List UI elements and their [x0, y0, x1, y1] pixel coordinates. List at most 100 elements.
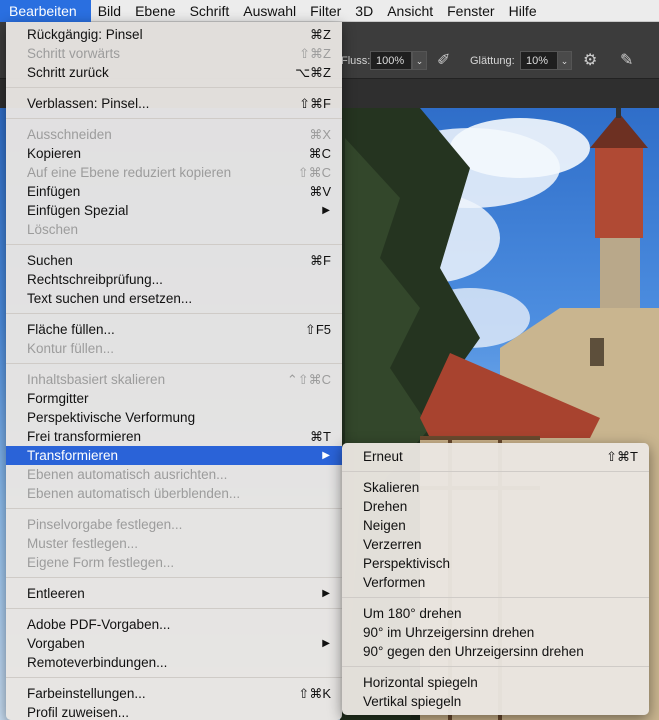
shortcut-label: ⌘F [310, 253, 331, 268]
menu-item-label: Verformen [363, 575, 426, 590]
menu-bild[interactable]: Bild [91, 0, 128, 22]
menu-bearbeiten[interactable]: Bearbeiten [0, 0, 91, 22]
menu-item-label: Schritt zurück [27, 65, 109, 80]
menu-item-label: Rückgängig: Pinsel [27, 27, 143, 42]
menu-item-label: Formgitter [27, 391, 89, 406]
smoothing-input[interactable]: 10% [520, 51, 562, 70]
menu-item-rotate-180[interactable]: Um 180° drehen [342, 604, 649, 623]
flow-input[interactable]: 100% [370, 51, 412, 70]
submenu-arrow-icon: ▶ [322, 638, 330, 649]
menu-item-label: Muster festlegen... [27, 536, 139, 551]
menu-item-label: Fläche füllen... [27, 322, 115, 337]
menu-item-label: Horizontal spiegeln [363, 675, 478, 690]
menu-item-label: Text suchen und ersetzen... [27, 291, 193, 306]
shortcut-label: ⌃⇧⌘C [286, 372, 331, 387]
menu-item-fill[interactable]: Fläche füllen... ⇧F5 [6, 320, 342, 339]
smoothing-label: Glättung: [470, 55, 515, 67]
menu-item-find-replace[interactable]: Text suchen und ersetzen... [6, 289, 342, 308]
menu-item-assign-profile[interactable]: Profil zuweisen... [6, 703, 342, 720]
menu-ebene[interactable]: Ebene [128, 0, 182, 22]
menu-fenster[interactable]: Fenster [440, 0, 501, 22]
menu-item-step-back[interactable]: Schritt zurück ⌥⌘Z [6, 63, 342, 82]
submenu-arrow-icon: ▶ [322, 450, 330, 461]
menu-item-perspective[interactable]: Perspektivisch [342, 554, 649, 573]
menu-item-paste-special[interactable]: Einfügen Spezial ▶ [6, 201, 342, 220]
menu-separator [6, 508, 342, 509]
menu-separator [6, 87, 342, 88]
smoothing-dropdown[interactable]: ⌄ [557, 51, 572, 70]
menu-item-label: Erneut [363, 449, 403, 464]
menu-item-label: Rechtschreibprüfung... [27, 272, 163, 287]
shortcut-label: ⇧F5 [304, 322, 331, 337]
menu-item-label: Auf eine Ebene reduziert kopieren [27, 165, 232, 180]
menu-separator [342, 471, 649, 472]
menu-item-distort[interactable]: Verzerren [342, 535, 649, 554]
menu-item-copy-merged: Auf eine Ebene reduziert kopieren ⇧⌘C [6, 163, 342, 182]
shortcut-label: ⇧⌘Z [299, 46, 331, 61]
menu-bar: Bearbeiten Bild Ebene Schrift Auswahl Fi… [0, 0, 659, 22]
menu-item-remote[interactable]: Remoteverbindungen... [6, 653, 342, 672]
menu-item-label: Vertikal spiegeln [363, 694, 462, 709]
menu-separator [6, 577, 342, 578]
menu-item-presets[interactable]: Vorgaben ▶ [6, 634, 342, 653]
menu-item-label: Eigene Form festlegen... [27, 555, 175, 570]
menu-item-cut: Ausschneiden ⌘X [6, 125, 342, 144]
menu-item-label: Adobe PDF-Vorgaben... [27, 617, 171, 632]
menu-item-search[interactable]: Suchen ⌘F [6, 251, 342, 270]
airbrush-icon[interactable]: ✐ [437, 50, 450, 70]
menu-auswahl[interactable]: Auswahl [236, 0, 303, 22]
menu-item-copy[interactable]: Kopieren ⌘C [6, 144, 342, 163]
menu-item-fade[interactable]: Verblassen: Pinsel... ⇧⌘F [6, 94, 342, 113]
shortcut-label: ⌘X [309, 127, 331, 142]
gear-icon[interactable]: ⚙ [583, 50, 597, 70]
pressure-icon[interactable]: ✎ [620, 50, 633, 70]
menu-filter[interactable]: Filter [303, 0, 348, 22]
menu-item-purge[interactable]: Entleeren ▶ [6, 584, 342, 603]
menu-item-content-aware-scale: Inhaltsbasiert skalieren ⌃⇧⌘C [6, 370, 342, 389]
menu-item-label: Um 180° drehen [363, 606, 462, 621]
menu-hilfe[interactable]: Hilfe [502, 0, 544, 22]
menu-separator [6, 363, 342, 364]
menu-item-define-shape: Eigene Form festlegen... [6, 553, 342, 572]
menu-item-label: Ebenen automatisch ausrichten... [27, 467, 228, 482]
menu-item-rotate-90-cw[interactable]: 90° im Uhrzeigersinn drehen [342, 623, 649, 642]
menu-separator [6, 313, 342, 314]
menu-schrift[interactable]: Schrift [183, 0, 237, 22]
menu-item-label: Verzerren [363, 537, 422, 552]
shortcut-label: ⇧⌘T [606, 449, 638, 464]
menu-item-undo[interactable]: Rückgängig: Pinsel ⌘Z [6, 25, 342, 44]
menu-item-pdf-presets[interactable]: Adobe PDF-Vorgaben... [6, 615, 342, 634]
menu-item-skew[interactable]: Neigen [342, 516, 649, 535]
menu-item-label: Farbeinstellungen... [27, 686, 146, 701]
menu-item-label: Perspektivisch [363, 556, 451, 571]
menu-item-warp[interactable]: Verformen [342, 573, 649, 592]
menu-3d[interactable]: 3D [348, 0, 380, 22]
menu-item-flip-horizontal[interactable]: Horizontal spiegeln [342, 673, 649, 692]
menu-item-spellcheck[interactable]: Rechtschreibprüfung... [6, 270, 342, 289]
menu-item-scale[interactable]: Skalieren [342, 478, 649, 497]
menu-item-rotate[interactable]: Drehen [342, 497, 649, 516]
menu-item-stroke: Kontur füllen... [6, 339, 342, 358]
menu-item-label: Vorgaben [27, 636, 85, 651]
submenu-arrow-icon: ▶ [322, 205, 330, 216]
menu-item-label: Pinselvorgabe festlegen... [27, 517, 183, 532]
menu-item-puppet-warp[interactable]: Formgitter [6, 389, 342, 408]
menu-item-label: Frei transformieren [27, 429, 142, 444]
menu-ansicht[interactable]: Ansicht [380, 0, 440, 22]
menu-item-free-transform[interactable]: Frei transformieren ⌘T [6, 427, 342, 446]
menu-item-color-settings[interactable]: Farbeinstellungen... ⇧⌘K [6, 684, 342, 703]
menu-item-label: Einfügen Spezial [27, 203, 129, 218]
menu-item-transform[interactable]: Transformieren ▶ [6, 446, 342, 465]
menu-item-perspective-warp[interactable]: Perspektivische Verformung [6, 408, 342, 427]
menu-item-flip-vertical[interactable]: Vertikal spiegeln [342, 692, 649, 711]
menu-item-again[interactable]: Erneut ⇧⌘T [342, 447, 649, 466]
menu-item-label: Suchen [27, 253, 73, 268]
menu-item-paste[interactable]: Einfügen ⌘V [6, 182, 342, 201]
menu-item-clear: Löschen [6, 220, 342, 239]
menu-separator [342, 597, 649, 598]
menu-item-rotate-90-ccw[interactable]: 90° gegen den Uhrzeigersinn drehen [342, 642, 649, 661]
menu-item-label: 90° im Uhrzeigersinn drehen [363, 625, 535, 640]
menu-item-define-pattern: Muster festlegen... [6, 534, 342, 553]
flow-dropdown[interactable]: ⌄ [412, 51, 427, 70]
shortcut-label: ⌘T [310, 429, 331, 444]
